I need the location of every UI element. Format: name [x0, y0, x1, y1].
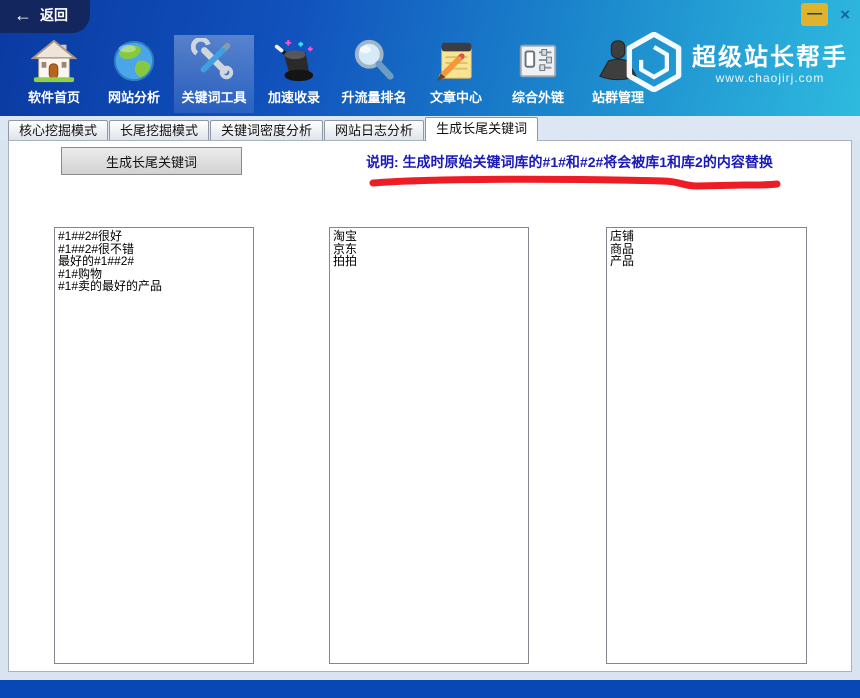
nav-item-site-analysis[interactable]: 网站分析 [94, 35, 174, 113]
window-controls: — × [801, 3, 850, 26]
nav-label: 加速收录 [267, 90, 320, 105]
main-nav: 软件首页 网站分析 关键词工具 加速收录 升流量排名 文章中心 综合外链 站群管… [14, 35, 658, 113]
article-icon [433, 35, 479, 87]
nav-label: 升流量排名 [341, 90, 407, 105]
home-icon [31, 35, 77, 87]
nav-item-backlinks[interactable]: 综合外链 [498, 35, 578, 113]
generate-longtail-button[interactable]: 生成长尾关键词 [61, 147, 242, 175]
nav-item-home[interactable]: 软件首页 [14, 35, 94, 113]
replacement-list-1[interactable]: 淘宝 京东 拍拍 [329, 227, 529, 664]
globe-icon [111, 35, 157, 87]
nav-label: 文章中心 [429, 90, 482, 105]
back-label: 返回 [40, 7, 68, 23]
nav-label: 关键词工具 [181, 90, 247, 105]
back-button[interactable]: ← 返回 [0, 0, 90, 33]
nav-label: 软件首页 [27, 90, 80, 105]
nav-item-traffic-rank[interactable]: 升流量排名 [334, 35, 414, 113]
tab-keyword-density[interactable]: 关键词密度分析 [210, 120, 324, 140]
red-underline-mark [363, 173, 787, 196]
brand-logo: 超级站长帮手 www.chaojirj.com [626, 31, 848, 97]
tools-icon [191, 35, 237, 87]
brand-url: www.chaojirj.com [715, 70, 825, 85]
tab-core-mining[interactable]: 核心挖掘模式 [8, 120, 109, 140]
bottom-bar [0, 680, 860, 698]
close-button[interactable]: × [840, 3, 850, 26]
minimize-button[interactable]: — [801, 3, 829, 26]
brand-name: 超级站长帮手 [692, 43, 848, 71]
nav-label: 综合外链 [511, 90, 564, 105]
content-panel: 生成长尾关键词 说明: 生成时原始关键词库的#1#和#2#将会被库1和库2的内容… [8, 140, 852, 672]
magnifier-icon [351, 35, 397, 87]
back-arrow-icon: ← [14, 5, 32, 25]
magic-hat-icon [271, 35, 317, 87]
nav-item-speed-index[interactable]: 加速收录 [254, 35, 334, 113]
instruction-note: 说明: 生成时原始关键词库的#1#和#2#将会被库1和库2的内容替换 [366, 154, 773, 170]
tab-generate-longtail[interactable]: 生成长尾关键词 [425, 117, 539, 141]
tab-bar: 核心挖掘模式 长尾挖掘模式 关键词密度分析 网站日志分析 生成长尾关键词 [0, 116, 860, 141]
app-window: ← 返回 — × 软件首页 网站分析 关键词工具 加速收录 升流量排名 文章中心… [0, 0, 860, 698]
tab-longtail-mining[interactable]: 长尾挖掘模式 [109, 120, 210, 140]
nav-item-article-center[interactable]: 文章中心 [414, 35, 498, 113]
frame-strip [0, 672, 860, 680]
tab-site-log[interactable]: 网站日志分析 [324, 120, 425, 140]
nav-label: 网站分析 [107, 90, 160, 105]
nav-item-keyword-tools[interactable]: 关键词工具 [174, 35, 254, 113]
keyword-template-list[interactable]: #1##2#很好 #1##2#很不错 最好的#1##2# #1#购物 #1#卖的… [54, 227, 254, 664]
header: ← 返回 — × 软件首页 网站分析 关键词工具 加速收录 升流量排名 文章中心… [0, 0, 860, 116]
sliders-icon [515, 35, 561, 87]
hexagon-logo-icon [626, 31, 682, 97]
replacement-list-2[interactable]: 店铺 商品 产品 [606, 227, 807, 664]
